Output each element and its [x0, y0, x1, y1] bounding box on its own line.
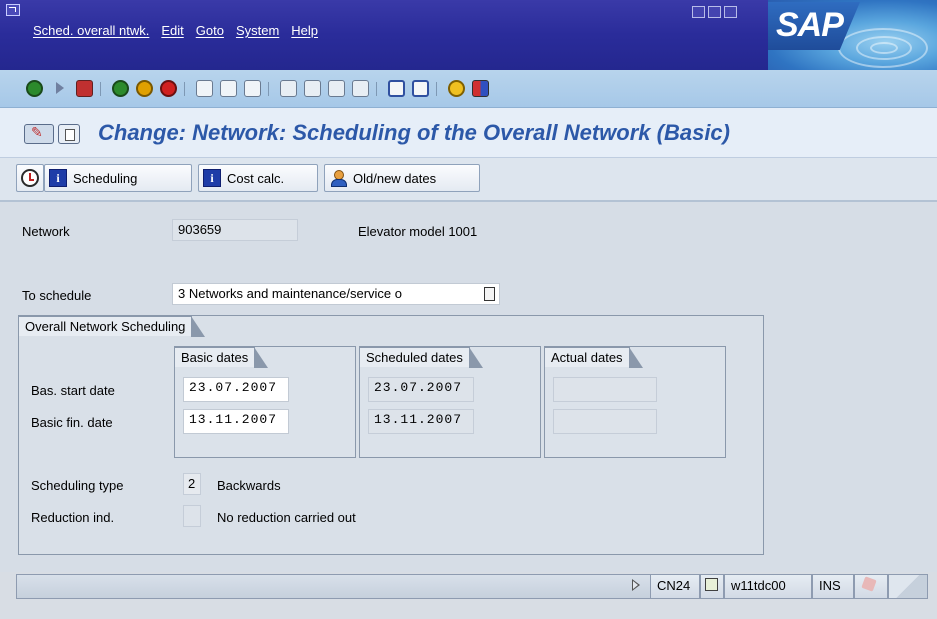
system-info-icon-cell[interactable]	[700, 574, 724, 599]
actual-start-date-field	[553, 377, 657, 402]
scheduling-type-label: Scheduling type	[31, 478, 124, 493]
standard-toolbar	[0, 70, 937, 108]
overall-network-scheduling-group: Overall Network Scheduling Basic dates 2…	[18, 315, 764, 555]
reduction-indicator-label: Reduction ind.	[31, 510, 115, 525]
network-field[interactable]: 903659	[172, 219, 298, 241]
find-next-icon[interactable]	[244, 80, 261, 97]
reduction-indicator-field[interactable]	[183, 505, 201, 527]
shortcut-icon[interactable]	[412, 80, 429, 97]
toolbar-separator	[376, 82, 377, 96]
enter-icon[interactable]	[26, 80, 43, 97]
reduction-indicator-description: No reduction carried out	[217, 510, 356, 525]
print-icon[interactable]	[196, 80, 213, 97]
find-icon[interactable]	[220, 80, 237, 97]
system-info-icon	[705, 578, 718, 591]
edit-mode-icon[interactable]	[24, 124, 54, 144]
status-bar: CN24 w11tdc00 INS	[16, 572, 932, 600]
cost-calc-button-label: Cost calc.	[227, 170, 285, 186]
menu-goto[interactable]: Goto	[196, 23, 224, 38]
menu-bar: Sched. overall ntwk. Edit Goto System He…	[0, 0, 937, 70]
basic-dates-box: Basic dates 23.07.2007 13.11.2007	[174, 346, 356, 458]
network-label: Network	[22, 224, 70, 239]
to-schedule-label: To schedule	[22, 288, 92, 303]
main-area: Network 903659 Elevator model 1001 To sc…	[0, 202, 937, 572]
transaction-code: CN24	[650, 574, 700, 599]
to-schedule-field[interactable]: 3 Networks and maintenance/service o	[172, 283, 500, 305]
first-page-icon[interactable]	[280, 80, 297, 97]
scheduling-type-field[interactable]: 2	[183, 473, 201, 495]
menu: Sched. overall ntwk. Edit Goto System He…	[33, 23, 318, 38]
scheduling-button-label: Scheduling	[73, 170, 138, 186]
system-menu-icon[interactable]	[6, 4, 20, 16]
next-page-icon[interactable]	[328, 80, 345, 97]
actual-dates-header: Actual dates	[544, 347, 643, 368]
scheduled-dates-box: Scheduled dates 23.07.2007 13.11.2007	[359, 346, 541, 458]
command-field-toggle-icon[interactable]	[56, 82, 64, 94]
insert-mode[interactable]: INS	[812, 574, 854, 599]
save-icon[interactable]	[76, 80, 93, 97]
old-new-dates-button[interactable]: Old/new dates	[324, 164, 480, 192]
status-message-area	[16, 574, 664, 599]
toolbar-separator	[436, 82, 437, 96]
network-description: Elevator model 1001	[358, 224, 478, 239]
toolbar-separator	[268, 82, 269, 96]
menu-system[interactable]: System	[236, 23, 279, 38]
title-bar: Change: Network: Scheduling of the Overa…	[0, 108, 937, 158]
scheduled-start-date-field: 23.07.2007	[368, 377, 474, 402]
close-icon[interactable]	[724, 6, 737, 18]
minimize-icon[interactable]	[692, 6, 705, 18]
schedule-clock-button[interactable]	[16, 164, 44, 192]
actual-dates-box: Actual dates	[544, 346, 726, 458]
cancel-icon[interactable]	[160, 80, 177, 97]
window-controls	[692, 6, 737, 18]
group-title: Overall Network Scheduling	[18, 316, 206, 337]
basic-finish-date-field[interactable]: 13.11.2007	[183, 409, 289, 434]
actual-finish-date-field	[553, 409, 657, 434]
display-object-icon[interactable]	[58, 124, 80, 144]
old-new-dates-button-label: Old/new dates	[353, 170, 437, 186]
person-icon	[329, 169, 347, 187]
application-toolbar: i Scheduling i Cost calc. Old/new dates	[0, 158, 937, 202]
basic-dates-header: Basic dates	[174, 347, 269, 368]
back-icon[interactable]	[112, 80, 129, 97]
clock-icon	[21, 169, 39, 187]
scheduling-type-description: Backwards	[217, 478, 281, 493]
security-lock-cell	[854, 574, 888, 599]
previous-page-icon[interactable]	[304, 80, 321, 97]
dropdown-icon[interactable]	[484, 287, 495, 301]
server-name: w11tdc00	[724, 574, 812, 599]
basic-start-date-field[interactable]: 23.07.2007	[183, 377, 289, 402]
scheduled-finish-date-field: 13.11.2007	[368, 409, 474, 434]
scheduling-button[interactable]: i Scheduling	[44, 164, 192, 192]
cost-calc-button[interactable]: i Cost calc.	[198, 164, 318, 192]
help-icon[interactable]	[448, 80, 465, 97]
menu-help[interactable]: Help	[291, 23, 318, 38]
create-session-icon[interactable]	[388, 80, 405, 97]
sap-logo: SAP	[768, 0, 937, 70]
maximize-icon[interactable]	[708, 6, 721, 18]
basic-finish-date-label: Basic fin. date	[31, 415, 113, 430]
lock-icon	[861, 576, 877, 592]
menu-edit[interactable]: Edit	[161, 23, 183, 38]
toolbar-separator	[100, 82, 101, 96]
page-title: Change: Network: Scheduling of the Overa…	[98, 120, 730, 145]
info-icon: i	[49, 169, 67, 187]
layout-icon[interactable]	[472, 80, 489, 97]
scheduled-dates-header: Scheduled dates	[359, 347, 483, 368]
info-icon: i	[203, 169, 221, 187]
menu-sched-overall-ntwk[interactable]: Sched. overall ntwk.	[33, 23, 149, 38]
exit-icon[interactable]	[136, 80, 153, 97]
status-expand-icon[interactable]	[632, 579, 640, 591]
last-page-icon[interactable]	[352, 80, 369, 97]
resize-grip-icon[interactable]	[888, 574, 928, 599]
to-schedule-value: 3 Networks and maintenance/service o	[178, 286, 403, 301]
basic-start-date-label: Bas. start date	[31, 383, 115, 398]
toolbar-separator	[184, 82, 185, 96]
